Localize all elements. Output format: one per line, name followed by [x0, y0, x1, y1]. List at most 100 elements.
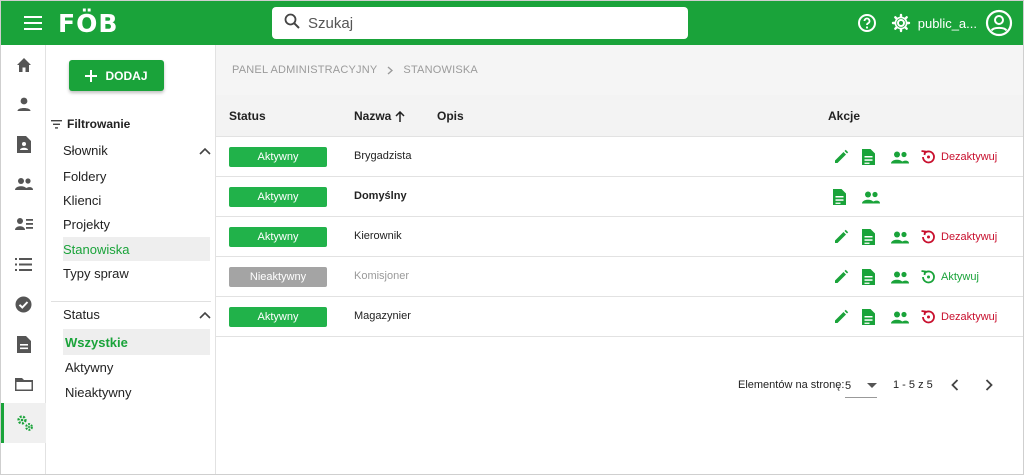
dictionary-item-typy-spraw[interactable]: Typy spraw — [63, 261, 210, 285]
edit-icon[interactable] — [833, 227, 862, 247]
deactivate-label: Dezaktywuj — [941, 231, 998, 243]
document-icon[interactable] — [862, 307, 891, 327]
nav-rail — [1, 45, 46, 474]
deactivate-icon — [921, 150, 935, 164]
nav-folders[interactable] — [1, 364, 46, 404]
row-name: Domyślny — [354, 190, 407, 202]
filter-divider — [51, 301, 211, 302]
nav-contacts[interactable] — [1, 124, 46, 164]
column-status[interactable]: Status — [229, 109, 266, 123]
row-actions: Aktywuj — [833, 267, 979, 287]
breadcrumb-root[interactable]: PANEL ADMINISTRACYJNY — [232, 64, 377, 76]
deactivate-button[interactable]: Dezaktywuj — [920, 229, 997, 245]
dictionary-section-header[interactable]: Słownik — [63, 143, 211, 158]
chevron-right-icon — [387, 65, 394, 75]
search-icon — [284, 13, 300, 34]
row-name: Brygadzista — [354, 150, 412, 162]
per-page-select[interactable]: 5 — [845, 374, 877, 398]
table-row[interactable]: Nieaktywny Komisjoner Aktywuj — [216, 257, 1023, 297]
people-icon[interactable] — [891, 227, 920, 247]
add-button-label: DODAJ — [105, 68, 148, 83]
home-icon — [16, 58, 31, 72]
edit-icon[interactable] — [833, 307, 862, 327]
dictionary-item-foldery[interactable]: Foldery — [63, 164, 210, 188]
row-name: Magazynier — [354, 310, 411, 322]
column-description[interactable]: Opis — [437, 109, 464, 123]
deactivate-label: Dezaktywuj — [941, 151, 998, 163]
deactivate-button[interactable]: Dezaktywuj — [920, 309, 997, 325]
filter-icon — [51, 119, 62, 129]
check-circle-icon — [15, 296, 32, 312]
status-section-header[interactable]: Status — [63, 307, 211, 322]
column-description-label: Opis — [437, 109, 464, 123]
dictionary-item-klienci[interactable]: Klienci — [63, 188, 210, 212]
row-actions — [833, 187, 891, 207]
people-icon[interactable] — [891, 147, 920, 167]
prev-page-button[interactable] — [945, 375, 965, 395]
filter-panel: DODAJ Filtrowanie Słownik Foldery Klienc… — [46, 45, 216, 474]
add-button[interactable]: DODAJ — [69, 60, 164, 91]
column-name[interactable]: Nazwa — [354, 109, 405, 123]
activate-icon — [921, 270, 935, 284]
activate-button[interactable]: Aktywuj — [920, 269, 979, 285]
help-icon[interactable] — [856, 12, 878, 34]
people-icon[interactable] — [891, 307, 920, 327]
plus-icon — [85, 69, 98, 82]
user-name[interactable]: public_a... — [918, 16, 977, 31]
search-box[interactable] — [272, 7, 688, 39]
per-page-value: 5 — [845, 379, 852, 392]
dictionary-section-label: Słownik — [63, 143, 108, 158]
document-icon[interactable] — [862, 227, 891, 247]
status-item-aktywny[interactable]: Aktywny — [63, 355, 210, 379]
nav-home[interactable] — [1, 45, 46, 85]
nav-list[interactable] — [1, 244, 46, 284]
app-frame: FÖB public_a... — [0, 0, 1024, 475]
status-badge: Aktywny — [229, 147, 327, 167]
account-icon[interactable] — [985, 9, 1013, 37]
list-icon — [15, 257, 32, 271]
status-section-label: Status — [63, 307, 100, 322]
people-icon[interactable] — [862, 187, 891, 207]
menu-icon[interactable] — [18, 8, 48, 38]
chevron-right-icon — [985, 379, 993, 391]
document-icon[interactable] — [862, 147, 891, 167]
document-icon — [16, 335, 31, 353]
nav-tasks[interactable] — [1, 284, 46, 324]
people-icon[interactable] — [891, 267, 920, 287]
person-list-icon — [14, 218, 33, 230]
status-badge: Aktywny — [229, 307, 327, 327]
table-row[interactable]: Aktywny Brygadzista Dezaktywuj — [216, 137, 1023, 177]
search-input[interactable] — [308, 14, 668, 32]
nav-documents[interactable] — [1, 324, 46, 364]
chevron-up-icon — [199, 311, 211, 319]
table-row[interactable]: Aktywny Magazynier Dezaktywuj — [216, 297, 1023, 337]
status-item-wszystkie[interactable]: Wszystkie — [63, 329, 210, 355]
deactivate-icon — [921, 310, 935, 324]
per-page-label: Elementów na stronę: — [738, 379, 845, 391]
row-actions: Dezaktywuj — [833, 147, 997, 167]
settings-icon[interactable] — [890, 12, 912, 34]
nav-admin-settings[interactable] — [1, 403, 46, 443]
nav-person[interactable] — [1, 84, 46, 124]
next-page-button[interactable] — [979, 375, 999, 395]
contact-document-icon — [16, 135, 31, 153]
document-icon[interactable] — [862, 267, 891, 287]
status-item-nieaktywny[interactable]: Nieaktywny — [63, 380, 210, 404]
deactivate-button[interactable]: Dezaktywuj — [920, 149, 997, 165]
app-logo[interactable]: FÖB — [58, 8, 118, 38]
document-icon[interactable] — [833, 187, 862, 207]
nav-people[interactable] — [1, 164, 46, 204]
table-row[interactable]: Aktywny Domyślny — [216, 177, 1023, 217]
column-actions-label: Akcje — [828, 109, 861, 123]
nav-person-list[interactable] — [1, 204, 46, 244]
edit-icon[interactable] — [833, 267, 862, 287]
row-name: Komisjoner — [354, 270, 410, 282]
deactivate-icon — [921, 230, 935, 244]
dictionary-item-projekty[interactable]: Projekty — [63, 212, 210, 236]
dictionary-item-stanowiska[interactable]: Stanowiska — [63, 237, 210, 261]
row-actions: Dezaktywuj — [833, 307, 997, 327]
row-name: Kierownik — [354, 230, 402, 242]
table-header: Status Nazwa Opis Akcje — [216, 95, 1023, 137]
table-row[interactable]: Aktywny Kierownik Dezaktywuj — [216, 217, 1023, 257]
edit-icon[interactable] — [833, 147, 862, 167]
